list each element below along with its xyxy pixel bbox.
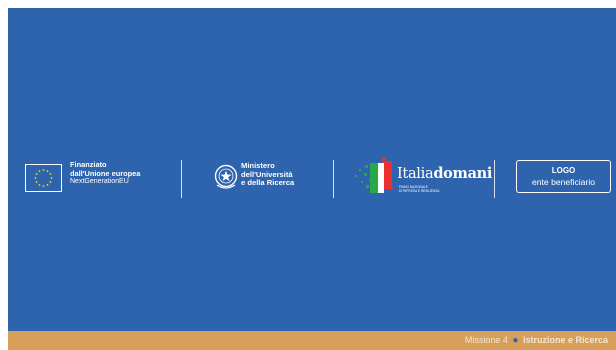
italia-domani-flag-icon xyxy=(353,157,395,197)
footer-topic: Istruzione e Ricerca xyxy=(522,335,608,345)
eu-line-2: dall'Unione europea xyxy=(70,168,141,178)
eu-line-3: NextGenerationEU xyxy=(70,178,129,185)
italia-domani-sub-2: DI RIPRESA E RESILIENZA xyxy=(399,189,440,193)
divider xyxy=(333,160,334,198)
beneficiary-label: ente beneficiario xyxy=(531,177,596,187)
italian-republic-emblem-icon xyxy=(213,163,239,191)
bullet-icon: ● xyxy=(512,335,519,346)
italia-domani-title: Italiadomani xyxy=(397,165,492,182)
footer-caption: Missione 4 ● Istruzione e Ricerca xyxy=(465,335,608,346)
divider xyxy=(181,160,182,198)
eu-flag-icon xyxy=(25,164,62,192)
ministry-text: Ministero dell'Università e della Ricerc… xyxy=(241,161,295,188)
footer-mission: Missione 4 xyxy=(464,335,508,345)
ministry-line-3: e della Ricerca xyxy=(241,178,295,187)
beneficiary-logo-placeholder: LOGO ente beneficiario xyxy=(516,160,611,193)
funding-logo-strip: Finanziato dall'Unione europea NextGener… xyxy=(23,153,613,205)
footer-band: Missione 4 ● Istruzione e Ricerca xyxy=(8,331,616,350)
divider xyxy=(494,160,495,198)
slide-canvas: Finanziato dall'Unione europea NextGener… xyxy=(8,8,616,350)
eu-funding-text: Finanziato dall'Unione europea NextGener… xyxy=(70,160,141,187)
italia-domani-subtitle: PIANO NAZIONALE DI RIPRESA E RESILIENZA xyxy=(399,185,439,193)
italia-domani-title-bold: domani xyxy=(433,165,493,182)
logo-label: LOGO xyxy=(551,166,576,175)
italia-domani-title-regular: Italia xyxy=(397,166,434,182)
